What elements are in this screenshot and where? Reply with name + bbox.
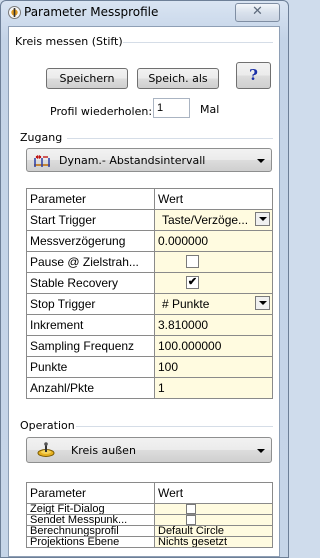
table-row[interactable]: Sampling Frequenz 100.000000 [26, 335, 273, 357]
row-value-text: Taste/Verzöge... [162, 213, 249, 227]
row-parameter-name: Pause @ Zielstrah... [26, 251, 155, 273]
row-parameter-name: Berechnungsprofil [26, 525, 155, 538]
column-header-wert: Wert [154, 482, 273, 504]
row-parameter-name: Punkte [26, 356, 155, 378]
parameter-table: Parameter Wert Start Trigger Taste/Verzög… [26, 188, 273, 399]
row-parameter-name: Anzahl/Pkte [26, 377, 155, 399]
row-value-select[interactable]: Taste/Verzöge... [154, 209, 273, 231]
checkbox[interactable] [186, 504, 196, 514]
table-row[interactable]: Punkte 100 [26, 356, 273, 378]
distance-interval-icon [34, 155, 50, 167]
table-row[interactable]: Sendet Messpunk... [26, 514, 273, 527]
row-parameter-name: Inkrement [26, 314, 155, 336]
row-value-text[interactable]: 3.810000 [154, 314, 273, 336]
repeat-input[interactable] [153, 98, 190, 118]
chevron-down-icon [257, 449, 265, 453]
row-value-text[interactable]: Nichts gesetzt [154, 536, 273, 549]
row-value-text[interactable]: 1 [154, 377, 273, 399]
operation-select-value: Kreis außen [71, 444, 136, 457]
row-value-checkbox-cell[interactable] [154, 251, 273, 273]
chevron-down-icon [257, 159, 265, 163]
row-parameter-name: Projektions Ebene [26, 536, 155, 549]
group-divider [123, 42, 273, 43]
save-as-button[interactable]: Speich. als [137, 68, 219, 89]
group-label-kreis: Kreis messen (Stift) [15, 35, 123, 48]
table-row[interactable]: Stable Recovery ✔ [26, 272, 273, 294]
row-value-text[interactable]: 100.000000 [154, 335, 273, 357]
table-row[interactable]: Berechnungsprofil Default Circle [26, 525, 273, 538]
title-bar[interactable]: Parameter Messprofile ✕ [1, 1, 288, 25]
row-parameter-name: Messverzögerung [26, 230, 155, 252]
table-row[interactable]: Start Trigger Taste/Verzöge... [26, 209, 273, 231]
row-parameter-name: Sampling Frequenz [26, 335, 155, 357]
column-header-wert: Wert [154, 188, 273, 210]
row-value-text[interactable]: Default Circle [154, 525, 273, 538]
checkbox[interactable] [186, 255, 199, 269]
row-value-checkbox-cell[interactable] [154, 514, 273, 527]
help-button[interactable]: ? [236, 62, 271, 89]
group-label-zugang: Zugang [20, 131, 63, 144]
checkbox[interactable] [186, 515, 196, 525]
table-row[interactable]: Anzahl/Pkte 1 [26, 377, 273, 399]
repeat-label: Profil wiederholen: [50, 105, 153, 118]
column-header-parameter: Parameter [26, 482, 155, 504]
close-icon: ✕ [252, 4, 263, 19]
table-row[interactable]: Projektions Ebene Nichts gesetzt [26, 536, 273, 549]
row-value-checkbox-cell[interactable]: ✔ [154, 272, 273, 294]
table-header-row: Parameter Wert [26, 482, 273, 504]
window-title: Parameter Messprofile [24, 5, 159, 19]
group-label-operation: Operation [20, 419, 75, 432]
row-value-text[interactable]: 0.000000 [154, 230, 273, 252]
table-header-row: Parameter Wert [26, 188, 273, 210]
operation-select[interactable]: Kreis außen [26, 437, 272, 463]
zugang-select[interactable]: Dynam.- Abstandsintervall [26, 148, 272, 172]
dialog-client: Kreis messen (Stift) Speichern Speich. a… [8, 26, 280, 557]
circle-outside-icon [37, 442, 55, 457]
row-value-select[interactable]: # Punkte [154, 293, 273, 315]
app-icon [8, 6, 21, 19]
dialog-window: Parameter Messprofile ✕ Kreis messen (St… [0, 0, 289, 558]
row-value-text[interactable]: 100 [154, 356, 273, 378]
operation-table: Parameter Wert Zeigt Fit-Dialog Sendet Me… [26, 482, 273, 549]
row-parameter-name: Stable Recovery [26, 272, 155, 294]
zugang-select-value: Dynam.- Abstandsintervall [59, 154, 206, 167]
row-parameter-name: Stop Trigger [26, 293, 155, 315]
table-row[interactable]: Pause @ Zielstrah... [26, 251, 273, 273]
row-parameter-name: Start Trigger [26, 209, 155, 231]
group-divider [76, 426, 273, 427]
dropdown-arrow-icon[interactable] [255, 212, 270, 226]
row-value-checkbox-cell[interactable] [154, 502, 273, 516]
table-row[interactable]: Inkrement 3.810000 [26, 314, 273, 336]
group-divider [67, 138, 273, 139]
row-parameter-name: Zeigt Fit-Dialog [26, 502, 155, 516]
checkbox[interactable]: ✔ [186, 276, 199, 290]
table-row[interactable]: Messverzögerung 0.000000 [26, 230, 273, 252]
row-value-text: # Punkte [162, 297, 210, 311]
table-row[interactable]: Stop Trigger # Punkte [26, 293, 273, 315]
dropdown-arrow-icon[interactable] [255, 296, 270, 310]
close-button[interactable]: ✕ [235, 3, 280, 22]
table-row[interactable]: Zeigt Fit-Dialog [26, 502, 273, 516]
column-header-parameter: Parameter [26, 188, 155, 210]
repeat-unit-label: Mal [200, 103, 220, 116]
row-parameter-name: Sendet Messpunk... [26, 514, 155, 527]
save-button[interactable]: Speichern [46, 68, 128, 89]
